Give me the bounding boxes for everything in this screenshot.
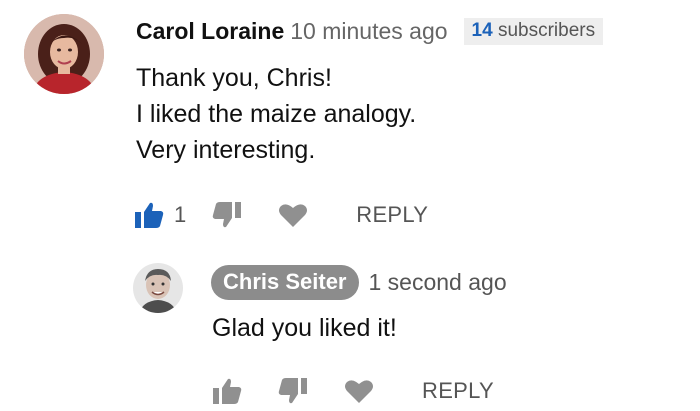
- reply-button[interactable]: REPLY: [422, 378, 494, 404]
- reply-text: Glad you liked it!: [212, 314, 397, 342]
- like-button[interactable]: [134, 201, 164, 229]
- thumbs-up-icon: [135, 202, 164, 228]
- dislike-button[interactable]: [278, 377, 308, 405]
- comment-line: I liked the maize analogy.: [136, 100, 417, 128]
- reply-header: Chris Seiter 1 second ago: [211, 264, 507, 300]
- comment-timestamp[interactable]: 10 minutes ago: [290, 18, 447, 45]
- reply-timestamp[interactable]: 1 second ago: [369, 269, 507, 296]
- comment-actions: 1 REPLY: [134, 198, 428, 232]
- comment-header: Carol Loraine 10 minutes ago 14 subscrib…: [136, 14, 604, 48]
- subscribers-count: 14: [471, 19, 493, 41]
- reply-avatar[interactable]: [133, 263, 183, 313]
- reply-button[interactable]: REPLY: [356, 202, 428, 228]
- reply-author-chip[interactable]: Chris Seiter: [211, 264, 359, 300]
- like-button[interactable]: [212, 377, 242, 405]
- comment-thread: Carol Loraine 10 minutes ago 14 subscrib…: [0, 0, 700, 411]
- subscribers-badge: 14 subscribers: [463, 17, 604, 45]
- reply-actions: REPLY: [212, 374, 494, 408]
- thumbs-down-icon: [213, 202, 242, 228]
- heart-icon: [345, 380, 373, 403]
- subscribers-label: subscribers: [497, 19, 596, 41]
- comment-line: Thank you, Chris!: [136, 64, 332, 92]
- thumbs-up-icon: [213, 378, 242, 404]
- commenter-avatar[interactable]: [24, 14, 104, 94]
- heart-icon: [279, 204, 308, 227]
- author-name[interactable]: Carol Loraine: [136, 18, 284, 45]
- thumbs-down-icon: [278, 378, 307, 404]
- heart-button[interactable]: [278, 202, 308, 228]
- comment-text: Thank you, Chris! I liked the maize anal…: [136, 60, 416, 168]
- dislike-button[interactable]: [212, 201, 242, 229]
- comment-line: Very interesting.: [136, 136, 316, 164]
- heart-button[interactable]: [344, 378, 374, 404]
- like-count: 1: [174, 202, 187, 227]
